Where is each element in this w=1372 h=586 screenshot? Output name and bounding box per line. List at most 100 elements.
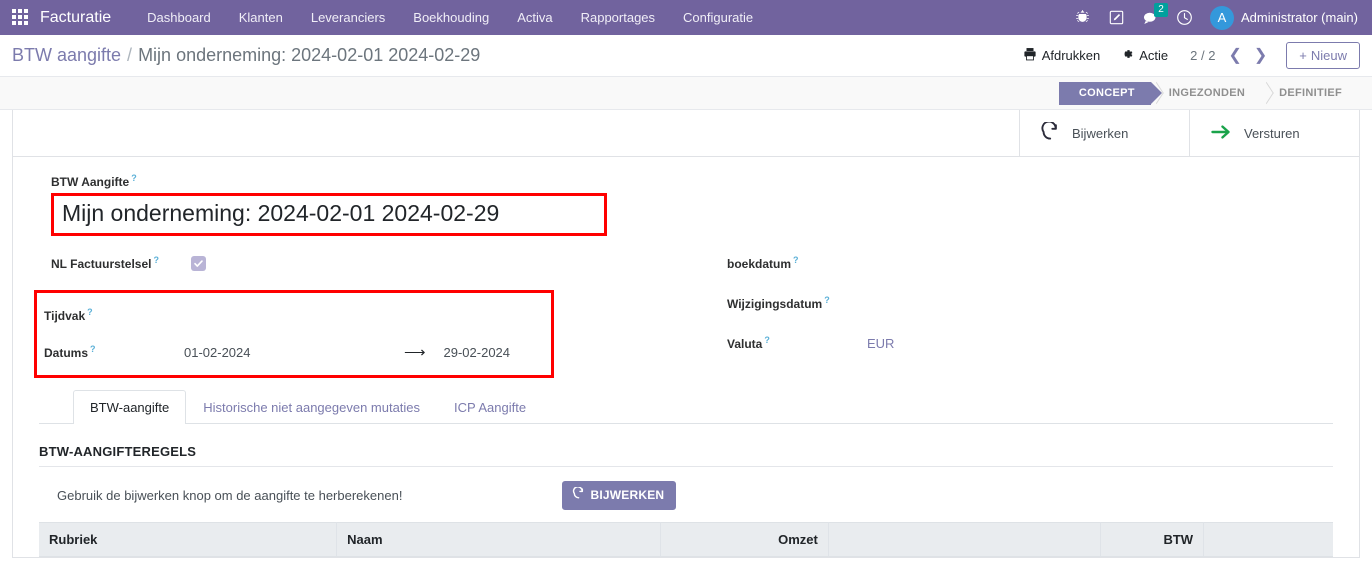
update-lines-button[interactable]: BIJWERKEN [562, 481, 676, 510]
column-header-spacer-2 [1204, 522, 1333, 556]
edit-square-icon[interactable] [1100, 0, 1134, 35]
button-box: Bijwerken Versturen [13, 110, 1359, 157]
menu-item-rapportages[interactable]: Rapportages [567, 0, 669, 35]
chat-bubble-icon[interactable]: 2 [1134, 0, 1168, 35]
valuta-label: Valuta? [727, 335, 867, 351]
user-name: Administrator (main) [1241, 10, 1358, 25]
action-label: Actie [1139, 48, 1168, 63]
refresh-stat-button[interactable]: Bijwerken [1019, 110, 1189, 156]
help-icon[interactable]: ? [764, 335, 770, 345]
tijdvak-label: Tijdvak? [44, 307, 184, 323]
lines-header-row: Rubriek Naam Omzet BTW [39, 522, 1333, 556]
lines-table-head: Rubriek Naam Omzet BTW [39, 522, 1333, 556]
refresh-icon [572, 487, 585, 503]
bug-icon[interactable] [1066, 0, 1100, 35]
date-from[interactable]: 01-02-2024 [184, 345, 404, 360]
user-menu[interactable]: A Administrator (main) [1202, 6, 1362, 30]
lines-hint-text: Gebruik de bijwerken knop om de aangifte… [57, 488, 402, 503]
breadcrumb: BTW aangifte / Mijn onderneming: 2024-02… [12, 45, 480, 66]
field-wijzigingsdatum: Wijzigingsdatum? [727, 290, 1333, 317]
help-icon[interactable]: ? [90, 344, 96, 354]
menu-item-boekhouding[interactable]: Boekhouding [399, 0, 503, 35]
menu-item-leveranciers[interactable]: Leveranciers [297, 0, 399, 35]
field-datums: Datums? 01-02-2024 ⟶ 29-02-2024 [44, 339, 541, 366]
breadcrumb-separator: / [127, 45, 132, 66]
help-icon[interactable]: ? [153, 255, 159, 265]
chevron-right-icon[interactable]: ❯ [1249, 48, 1272, 64]
arrow-right-icon [1210, 122, 1232, 145]
menu-item-configuratie[interactable]: Configuratie [669, 0, 767, 35]
main-menu: Dashboard Klanten Leveranciers Boekhoudi… [133, 0, 767, 35]
status-step-ingezonden[interactable]: INGEZONDEN [1151, 82, 1261, 105]
help-icon[interactable]: ? [131, 173, 137, 183]
notebook-tabs: BTW-aangifte Historische niet aangegeven… [39, 390, 1333, 424]
help-icon[interactable]: ? [793, 255, 799, 265]
tab-historische-mutaties[interactable]: Historische niet aangegeven mutaties [186, 390, 437, 424]
arrow-right-icon: ⟶ [404, 343, 426, 361]
period-dates-highlight-box: Tijdvak? Datums? 01-02-2024 ⟶ 29-02 [34, 290, 554, 378]
boekdatum-label: boekdatum? [727, 255, 867, 271]
statusbar-row: CONCEPT INGEZONDEN DEFINITIEF [0, 77, 1372, 110]
status-step-definitief[interactable]: DEFINITIEF [1261, 82, 1358, 105]
control-panel: BTW aangifte / Mijn onderneming: 2024-02… [0, 35, 1372, 77]
field-valuta: Valuta? EUR [727, 330, 1333, 357]
refresh-stat-label: Bijwerken [1072, 126, 1128, 141]
new-button[interactable]: + Nieuw [1286, 42, 1360, 69]
app-brand[interactable]: Facturatie [40, 9, 111, 27]
notebook-page-btw-aangifte: BTW-AANGIFTEREGELS Gebruik de bijwerken … [13, 424, 1359, 557]
nl-factuurstelsel-label: NL Factuurstelsel? [51, 255, 191, 271]
field-nl-factuurstelsel: NL Factuurstelsel? [39, 250, 699, 277]
notebook: BTW-aangifte Historische niet aangegeven… [39, 390, 1333, 424]
help-icon[interactable]: ? [87, 307, 93, 317]
tab-btw-aangifte[interactable]: BTW-aangifte [73, 390, 186, 424]
field-tijdvak: Tijdvak? [44, 302, 541, 329]
new-label: Nieuw [1311, 48, 1347, 63]
wijzigingsdatum-label: Wijzigingsdatum? [727, 295, 867, 311]
field-boekdatum: boekdatum? [727, 250, 1333, 277]
gear-icon [1120, 47, 1134, 64]
nl-factuurstelsel-checkbox[interactable] [191, 256, 206, 271]
print-button[interactable]: Afdrukken [1013, 43, 1111, 68]
form-sheet-background: Bijwerken Versturen BTW Aangifte? [0, 110, 1372, 558]
column-header-omzet[interactable]: Omzet [660, 522, 828, 556]
column-header-naam[interactable]: Naam [337, 522, 661, 556]
column-header-btw[interactable]: BTW [1100, 522, 1204, 556]
breadcrumb-root[interactable]: BTW aangifte [12, 45, 121, 66]
datums-value: 01-02-2024 ⟶ 29-02-2024 [184, 343, 510, 361]
clock-icon[interactable] [1168, 0, 1202, 35]
form-body: BTW Aangifte? Mijn onderneming: 2024-02-… [13, 157, 1359, 424]
column-header-spacer-1 [828, 522, 1100, 556]
avatar: A [1210, 6, 1234, 30]
send-stat-label: Versturen [1244, 126, 1300, 141]
valuta-value[interactable]: EUR [867, 336, 894, 351]
pager: 2 / 2 ❮ ❯ [1190, 48, 1272, 64]
plus-icon: + [1299, 48, 1307, 63]
menu-item-dashboard[interactable]: Dashboard [133, 0, 225, 35]
update-lines-label: BIJWERKEN [590, 488, 664, 502]
send-stat-button[interactable]: Versturen [1189, 110, 1359, 156]
menu-item-activa[interactable]: Activa [503, 0, 566, 35]
refresh-icon [1040, 122, 1060, 145]
title-field-label: BTW Aangifte? [51, 173, 1333, 189]
apps-grid-icon[interactable] [12, 9, 30, 27]
title-value: Mijn onderneming: 2024-02-01 2024-02-29 [62, 200, 499, 226]
column-header-rubriek[interactable]: Rubriek [39, 522, 337, 556]
menu-item-klanten[interactable]: Klanten [225, 0, 297, 35]
datums-label: Datums? [44, 344, 184, 360]
title-input[interactable]: Mijn onderneming: 2024-02-01 2024-02-29 [51, 193, 607, 236]
form-column-right: boekdatum? Wijzigingsdatum? Valuta? [699, 250, 1333, 378]
printer-icon [1023, 47, 1037, 64]
status-step-concept[interactable]: CONCEPT [1059, 82, 1151, 105]
pager-count: 2 / 2 [1190, 48, 1215, 63]
date-to[interactable]: 29-02-2024 [444, 345, 511, 360]
action-button[interactable]: Actie [1110, 43, 1178, 68]
tab-icp-aangifte[interactable]: ICP Aangifte [437, 390, 543, 424]
systray: 2 A Administrator (main) [1066, 0, 1362, 35]
title-field-group: BTW Aangifte? Mijn onderneming: 2024-02-… [39, 173, 1333, 236]
lines-hint-row: Gebruik de bijwerken knop om de aangifte… [39, 481, 1333, 510]
messages-badge: 2 [1154, 3, 1168, 17]
chevron-left-icon[interactable]: ❮ [1223, 48, 1246, 64]
control-panel-actions: Afdrukken Actie 2 / 2 ❮ ❯ + Nieuw [1013, 42, 1360, 69]
form-columns: NL Factuurstelsel? Tijdvak? [39, 250, 1333, 378]
help-icon[interactable]: ? [824, 295, 830, 305]
